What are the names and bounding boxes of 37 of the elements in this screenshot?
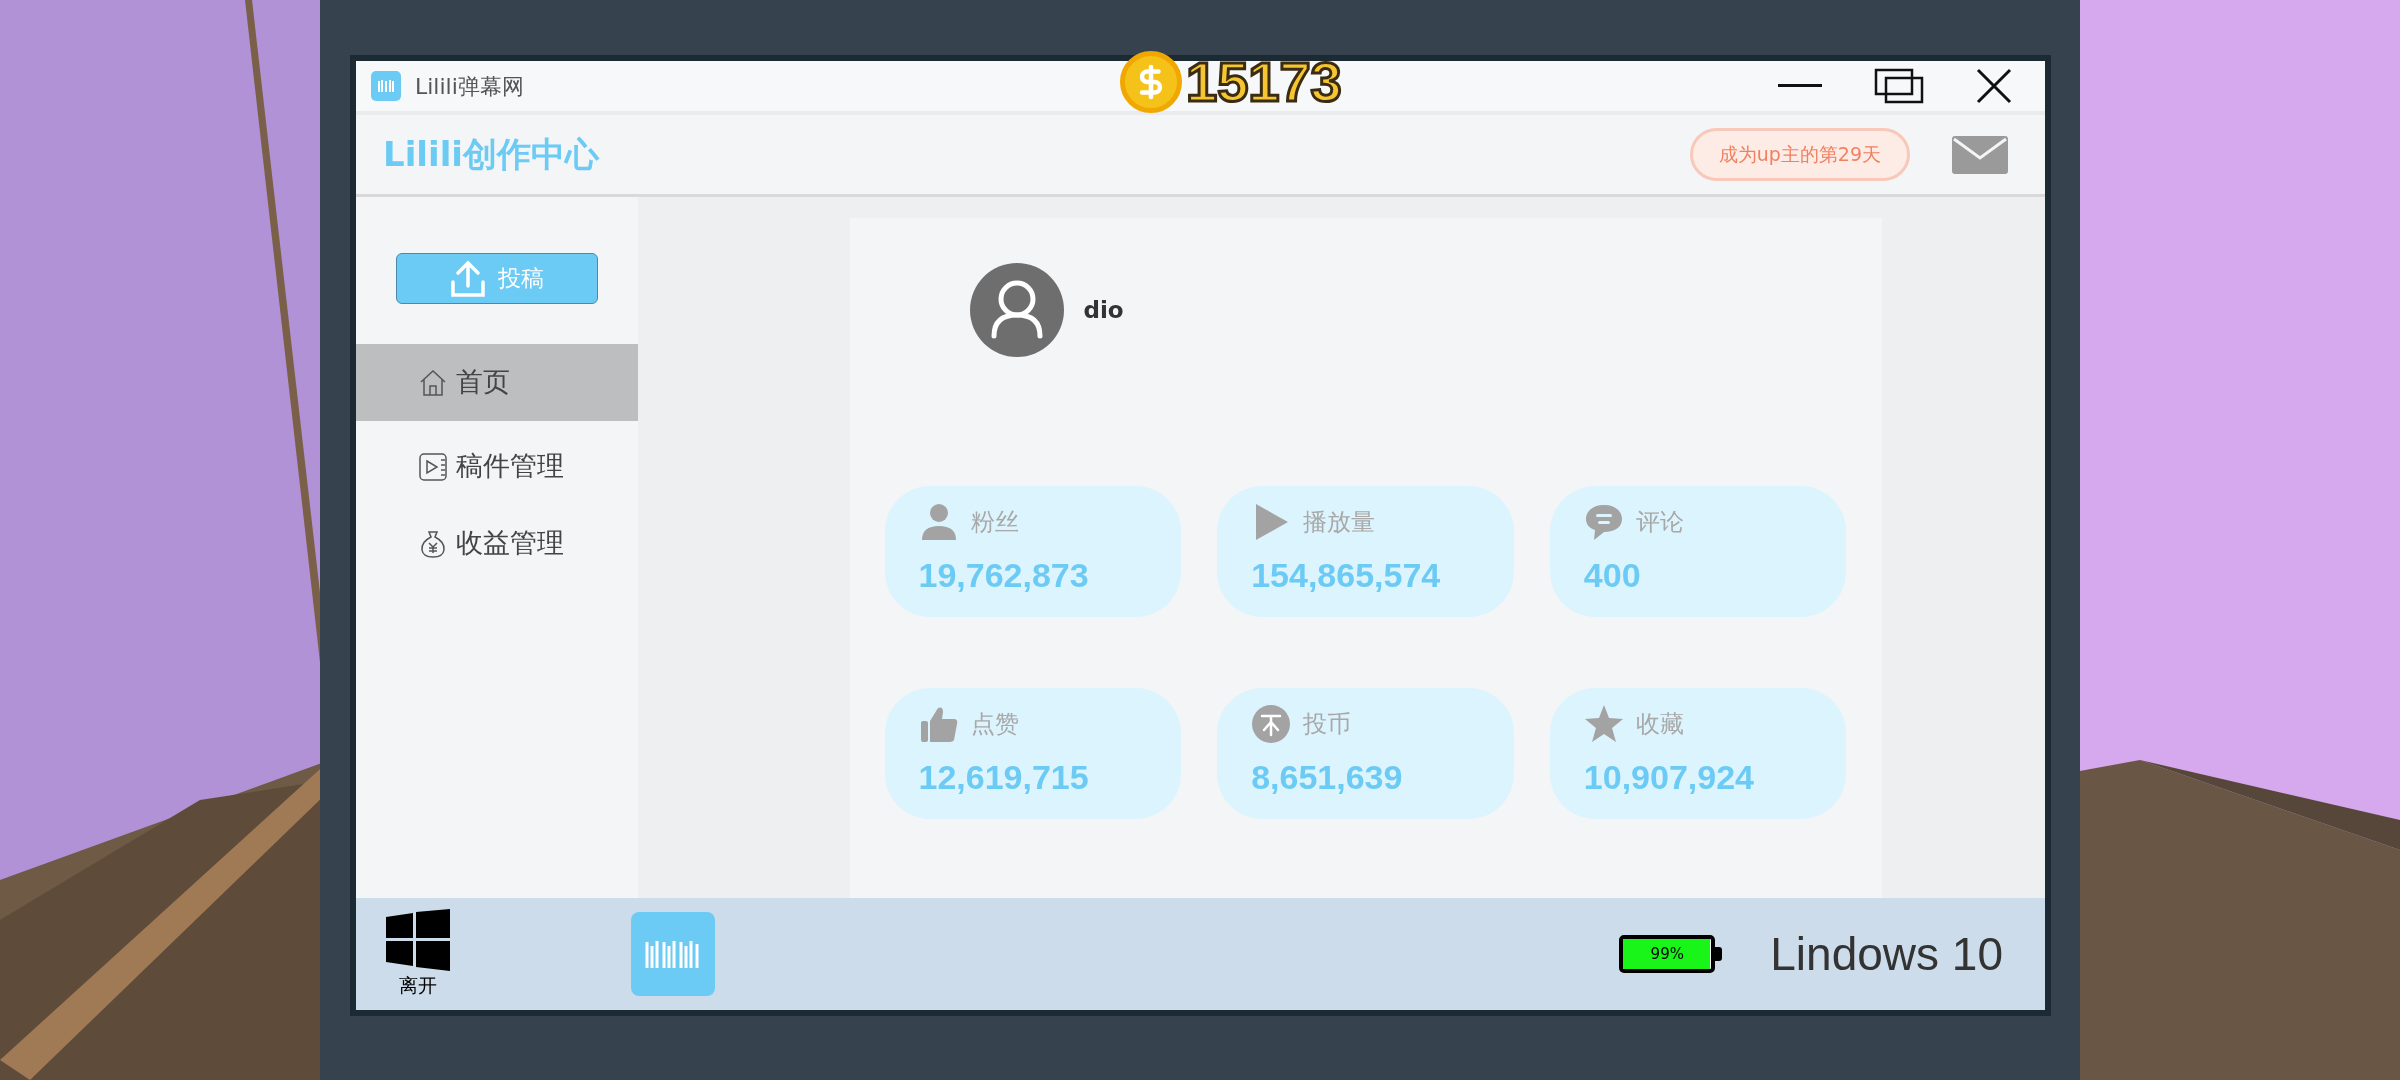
stat-label: 投币 bbox=[1303, 709, 1352, 740]
app-logo-icon bbox=[371, 71, 401, 101]
video-file-icon bbox=[418, 451, 448, 482]
stat-label: 收藏 bbox=[1635, 709, 1684, 740]
comment-icon bbox=[1583, 502, 1624, 542]
stat-value: 154,865,574 bbox=[1251, 555, 1442, 596]
minimize-icon[interactable] bbox=[1778, 84, 1822, 88]
coin-count: 15173 bbox=[1186, 49, 1342, 115]
nav-item[interactable]: 收益管理 bbox=[356, 505, 638, 582]
stat-label: 播放量 bbox=[1303, 507, 1376, 538]
stat-value: 19,762,873 bbox=[918, 555, 1090, 596]
os-name: Lindows 10 bbox=[1770, 926, 2003, 982]
nav-item[interactable]: 稿件管理 bbox=[356, 428, 638, 505]
restore-icon[interactable] bbox=[1874, 68, 1924, 104]
money-bag-icon bbox=[418, 528, 448, 559]
upload-icon bbox=[450, 259, 486, 298]
stat-label: 粉丝 bbox=[970, 507, 1019, 538]
stat-value: 10,907,924 bbox=[1583, 757, 1755, 798]
star-icon bbox=[1583, 704, 1624, 744]
nav-item[interactable]: 首页 bbox=[356, 344, 638, 421]
close-icon[interactable] bbox=[1976, 68, 2012, 104]
start-label: 离开 bbox=[399, 972, 437, 998]
window-title: Lilili弹幕网 bbox=[415, 72, 524, 101]
stat-label: 点赞 bbox=[970, 709, 1019, 740]
stat-label: 评论 bbox=[1635, 507, 1684, 538]
coin-icon bbox=[1251, 704, 1292, 744]
stat-value: 8,651,639 bbox=[1251, 757, 1404, 798]
mail-icon[interactable] bbox=[1952, 135, 2008, 174]
user-name: dio bbox=[1083, 295, 1124, 325]
home-icon bbox=[418, 367, 448, 398]
stat-value: 400 bbox=[1583, 555, 1642, 596]
avatar-icon bbox=[969, 263, 1064, 357]
app-title: Lilili创作中心 bbox=[383, 133, 599, 176]
battery-reading: 99% bbox=[1649, 943, 1685, 965]
windows-logo-icon[interactable] bbox=[386, 908, 450, 971]
stat-value: 12,619,715 bbox=[918, 757, 1090, 798]
days-badge: 成为up主的第29天 bbox=[1689, 128, 1910, 181]
